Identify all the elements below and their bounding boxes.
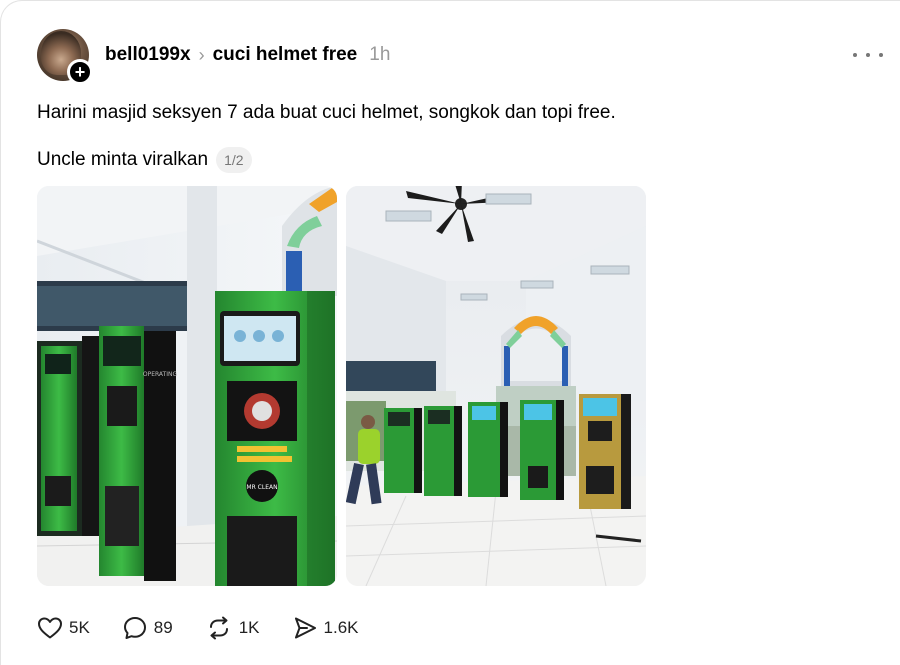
send-icon [294, 617, 316, 639]
svg-text:OPERATING: OPERATING [143, 371, 178, 378]
post-text-line-1: Harini masjid seksyen 7 ada buat cuci he… [37, 102, 616, 123]
post-text-line-2: Uncle minta viralkan 1/2 [37, 147, 252, 173]
like-count: 5K [69, 618, 90, 637]
username-link[interactable]: bell0199x [105, 44, 191, 66]
post-time[interactable]: 1h [369, 44, 390, 66]
comment-bubble-icon [123, 617, 146, 639]
comment-count: 89 [153, 618, 173, 637]
repost-count: 1K [238, 618, 260, 637]
action-bar: 5K 89 1K 1.6K [37, 613, 391, 643]
post-header: bell0199x › cuci helmet free 1h [105, 41, 390, 69]
comment-button[interactable]: 89 [122, 615, 173, 641]
post-image-1[interactable]: OPERATING MR CLEAN [37, 186, 337, 586]
post-image-2[interactable] [346, 186, 646, 586]
repost-button[interactable]: 1K [205, 615, 260, 641]
image-pager-badge: 1/2 [216, 147, 252, 173]
post-text-line-2-label: Uncle minta viralkan [37, 149, 209, 170]
chevron-right-icon: › [198, 44, 205, 65]
topic-link[interactable]: cuci helmet free [213, 44, 358, 66]
like-button[interactable]: 5K [37, 616, 90, 640]
share-count: 1.6K [323, 618, 359, 637]
plus-icon[interactable]: + [67, 59, 93, 85]
post-card: + bell0199x › cuci helmet free 1h Harini… [0, 0, 900, 665]
svg-text:MR CLEAN: MR CLEAN [246, 484, 277, 491]
repost-icon [209, 616, 228, 640]
heart-icon [38, 617, 62, 639]
more-dots-icon[interactable] [853, 45, 883, 65]
share-button[interactable]: 1.6K [292, 615, 359, 641]
